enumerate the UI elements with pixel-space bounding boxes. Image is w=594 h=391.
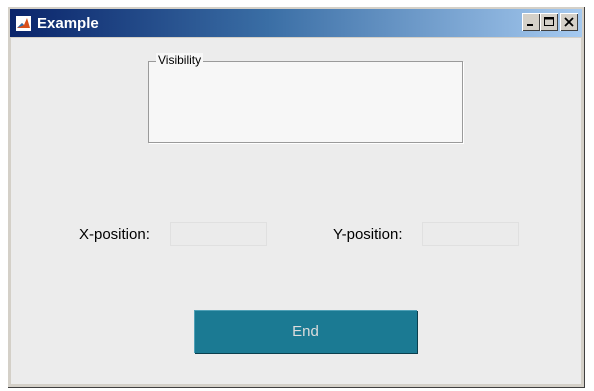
y-position-label: Y-position: — [333, 226, 403, 243]
x-position-label: X-position: — [79, 226, 150, 243]
minimize-button[interactable] — [522, 13, 540, 31]
maximize-icon — [544, 17, 554, 26]
y-position-field[interactable] — [422, 222, 519, 246]
minimize-icon — [527, 24, 533, 26]
visibility-panel: Visibility — [148, 53, 463, 143]
app-window: Example Visibility X-position: Y-positio… — [7, 6, 585, 388]
close-icon — [564, 17, 574, 27]
maximize-button[interactable] — [540, 13, 558, 31]
figure-client-area: Visibility X-position: Y-position: End — [11, 38, 581, 384]
window-controls — [522, 13, 578, 31]
close-button[interactable] — [560, 13, 578, 31]
window-title: Example — [37, 15, 99, 32]
x-position-field[interactable] — [170, 222, 267, 246]
visibility-panel-title: Visibility — [156, 53, 204, 67]
title-bar[interactable]: Example — [10, 9, 582, 37]
end-button[interactable]: End — [194, 310, 417, 353]
matlab-logo-icon — [16, 16, 31, 31]
